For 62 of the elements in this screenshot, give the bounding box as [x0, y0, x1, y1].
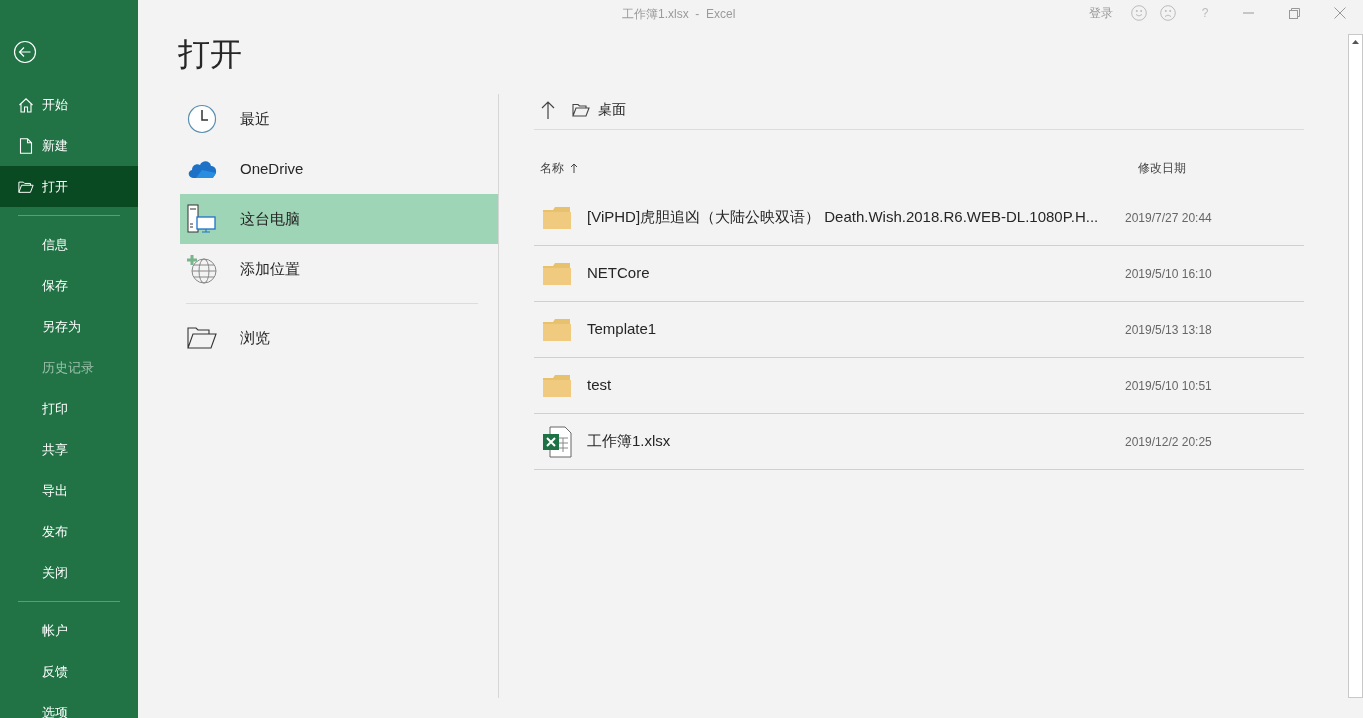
document-icon [19, 137, 33, 154]
file-row[interactable]: NETCore 2019/5/10 16:10 [534, 246, 1304, 302]
modified-date: 2019/5/10 10:51 [1125, 377, 1212, 395]
window-title: 工作簿1.xlsx - Excel [622, 6, 736, 23]
globe-add-icon [187, 254, 217, 284]
column-header[interactable]: 修改日期 [1132, 159, 1186, 177]
clock-icon [187, 104, 217, 134]
folder-icon [543, 206, 571, 229]
modified-date: 2019/5/13 13:18 [1125, 321, 1212, 339]
menu-item[interactable]: 帐户 [0, 610, 138, 651]
column-header[interactable]: 名称 [534, 159, 1132, 177]
location-item[interactable]: 浏览 [180, 313, 498, 363]
location-item[interactable]: 添加位置 [180, 244, 498, 294]
frown-icon [1160, 5, 1176, 21]
sort-arrow-icon [570, 163, 578, 173]
file-name: test [587, 375, 613, 396]
minimize-icon [1242, 12, 1254, 14]
menu-item[interactable]: 打开 [0, 166, 138, 207]
page-heading: 打开 [178, 35, 243, 74]
menu-item[interactable]: 导出 [0, 470, 138, 511]
file-name: 工作簿1.xlsx [587, 431, 672, 452]
folder-icon [543, 262, 571, 285]
folder-icon [572, 102, 590, 117]
back-button[interactable] [13, 40, 37, 64]
menu-item[interactable]: 开始 [0, 84, 138, 125]
folder-icon [18, 179, 34, 194]
menu-item[interactable]: 反馈 [0, 651, 138, 692]
file-row[interactable]: Template1 2019/5/13 13:18 [534, 302, 1304, 358]
scrollbar[interactable] [1348, 34, 1363, 698]
menu-item[interactable]: 发布 [0, 511, 138, 552]
up-arrow-icon [541, 100, 555, 119]
location-item[interactable]: 最近 [180, 94, 498, 144]
location-item[interactable]: 这台电脑 [180, 194, 498, 244]
file-row[interactable]: 工作簿1.xlsx 2019/12/2 20:25 [534, 414, 1304, 470]
menu-item[interactable]: 共享 [0, 429, 138, 470]
file-name: [ViPHD]虎胆追凶（大陆公映双语） Death.Wish.2018.R6.WEB-DL.1080P.H... [587, 207, 1100, 228]
folder-icon [543, 318, 571, 341]
cloud-icon [187, 159, 217, 179]
home-icon [18, 96, 34, 113]
menu-item[interactable]: 关闭 [0, 552, 138, 593]
file-name: Template1 [587, 319, 658, 340]
menu-item[interactable]: 另存为 [0, 306, 138, 347]
menu-item[interactable]: 保存 [0, 265, 138, 306]
menu-item[interactable]: 信息 [0, 224, 138, 265]
file-row[interactable]: test 2019/5/10 10:51 [534, 358, 1304, 414]
menu-item[interactable]: 选项 [0, 692, 138, 718]
menu-item[interactable]: 打印 [0, 388, 138, 429]
computer-icon [187, 204, 217, 234]
file-row[interactable]: [ViPHD]虎胆追凶（大陆公映双语） Death.Wish.2018.R6.WEB-DL.1080P.H... 2019/7/27 20:44 [534, 190, 1304, 246]
smiley-icon [1131, 5, 1147, 21]
breadcrumb-link[interactable]: 桌面 [572, 99, 626, 120]
spreadsheet-icon [542, 425, 572, 458]
modified-date: 2019/5/10 16:10 [1125, 265, 1212, 283]
location-item[interactable]: OneDrive [180, 144, 498, 194]
folder-icon [543, 374, 571, 397]
folder-icon [187, 327, 217, 349]
close-icon [1334, 7, 1346, 19]
restore-icon [1288, 7, 1300, 19]
modified-date: 2019/12/2 20:25 [1125, 433, 1212, 451]
modified-date: 2019/7/27 20:44 [1125, 209, 1212, 227]
menu-item[interactable]: 新建 [0, 125, 138, 166]
file-name: NETCore [587, 263, 651, 284]
